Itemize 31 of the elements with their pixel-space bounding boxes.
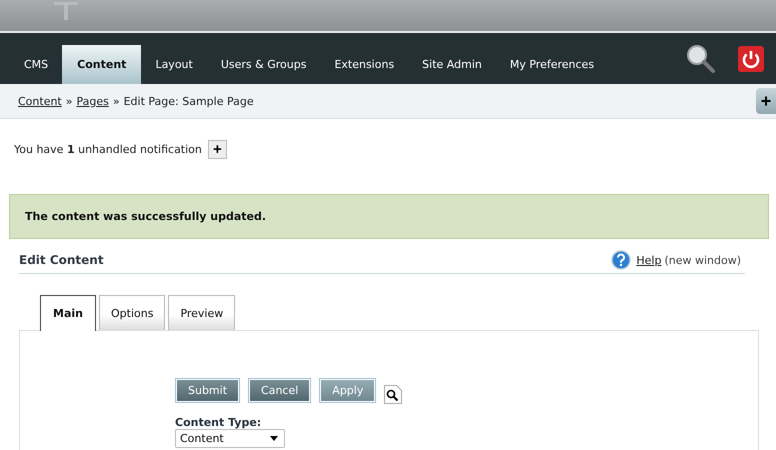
- nav-tab[interactable]: Extensions: [320, 45, 408, 84]
- help-link[interactable]: Help: [636, 254, 662, 266]
- preview-icon[interactable]: [384, 385, 402, 404]
- breadcrumb-current: Edit Page: Sample Page: [124, 94, 254, 108]
- form-button[interactable]: Submit: [175, 378, 240, 403]
- breadcrumb-separator: »: [112, 94, 120, 108]
- dropdown-arrow-icon: [270, 436, 278, 441]
- notification-text: You have 1 unhandled notification: [14, 142, 202, 156]
- form-button[interactable]: Cancel: [248, 378, 312, 403]
- breadcrumb-separator: »: [66, 94, 72, 108]
- nav-tab[interactable]: My Preferences: [496, 45, 608, 84]
- tab[interactable]: Options: [98, 295, 166, 330]
- help-note: (new window): [664, 254, 741, 266]
- tab[interactable]: Main: [40, 295, 96, 331]
- expand-button[interactable]: +: [208, 140, 227, 158]
- nav-tab[interactable]: Users & Groups: [206, 45, 320, 84]
- power-icon[interactable]: [738, 46, 764, 72]
- breadcrumb-link[interactable]: Content: [18, 94, 62, 108]
- add-button[interactable]: +: [756, 88, 776, 114]
- content-type-select[interactable]: Content: [175, 429, 285, 448]
- breadcrumb-link[interactable]: Pages: [76, 94, 109, 108]
- search-icon[interactable]: [686, 44, 716, 74]
- nav-tab[interactable]: Site Admin: [408, 45, 496, 84]
- nav-tab[interactable]: Layout: [141, 45, 207, 84]
- field-label: Content Type:: [175, 416, 262, 429]
- tab[interactable]: Preview: [168, 295, 236, 330]
- help-icon[interactable]: [611, 250, 632, 270]
- section-title: Edit Content: [19, 253, 104, 267]
- success-message: The content was successfully updated.: [9, 194, 769, 239]
- nav-tab[interactable]: CMS: [10, 45, 62, 84]
- nav-tab[interactable]: Content: [62, 45, 142, 84]
